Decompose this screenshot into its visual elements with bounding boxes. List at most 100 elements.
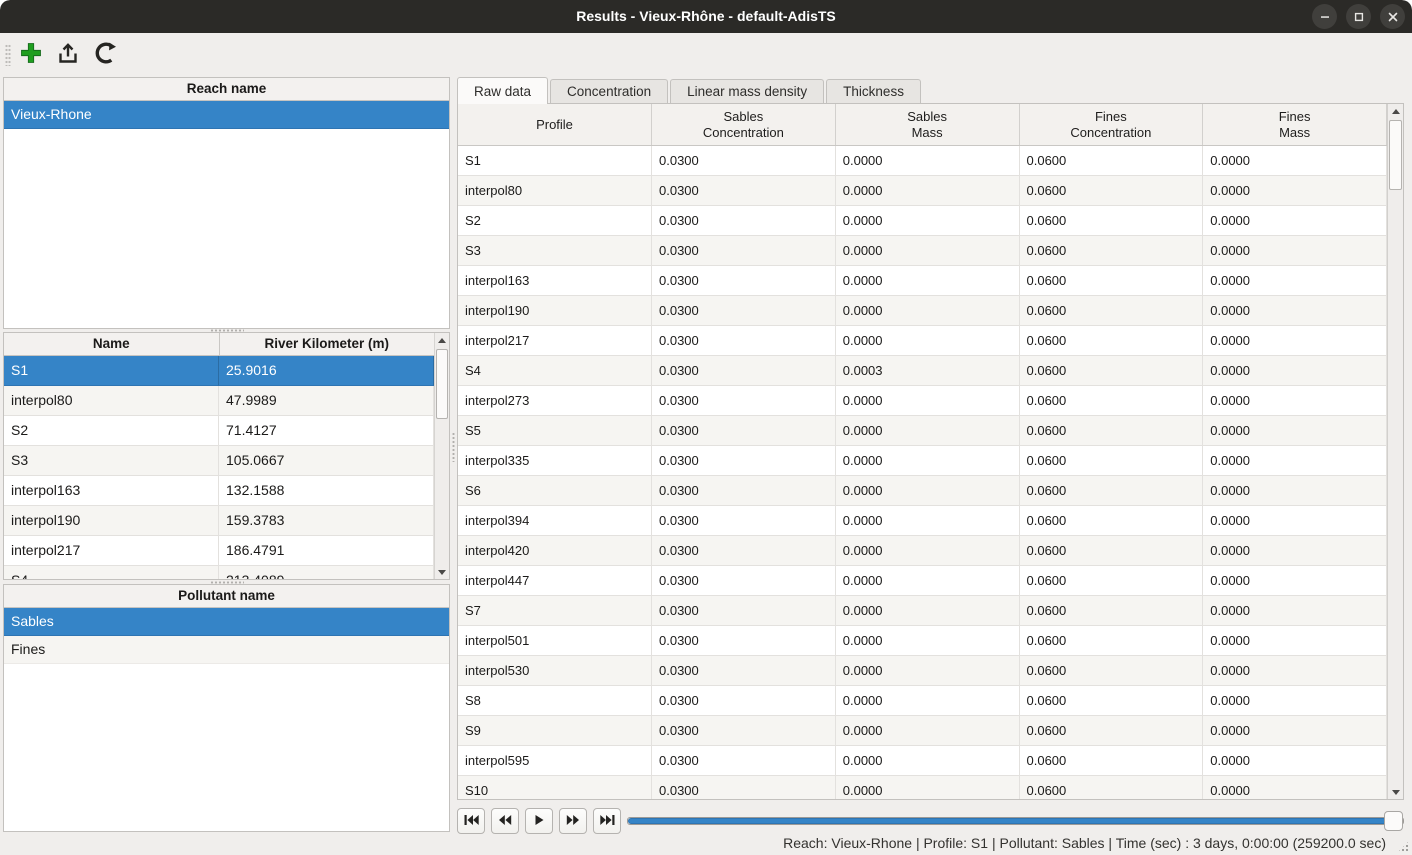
scroll-up-button[interactable] bbox=[435, 333, 449, 347]
add-button[interactable] bbox=[16, 38, 46, 70]
table-row[interactable]: S20.03000.00000.06000.0000 bbox=[458, 206, 1387, 236]
value-cell: 0.0000 bbox=[1203, 146, 1387, 176]
raw-data-scrollbar[interactable] bbox=[1387, 104, 1403, 799]
table-row[interactable]: interpol3940.03000.00000.06000.0000 bbox=[458, 506, 1387, 536]
table-row[interactable]: interpol2730.03000.00000.06000.0000 bbox=[458, 386, 1387, 416]
status-text: Reach: Vieux-Rhone | Profile: S1 | Pollu… bbox=[783, 832, 1386, 854]
river-kilometer-cell: 105.0667 bbox=[219, 446, 434, 476]
step-forward-button[interactable] bbox=[559, 808, 587, 834]
value-cell: 0.0000 bbox=[836, 476, 1020, 506]
minimize-icon bbox=[1319, 11, 1331, 23]
skip-to-start-button[interactable] bbox=[457, 808, 485, 834]
header-line: Concentration bbox=[703, 125, 784, 141]
export-button[interactable] bbox=[53, 38, 83, 70]
value-cell: 0.0003 bbox=[836, 356, 1020, 386]
table-row[interactable]: S30.03000.00000.06000.0000 bbox=[458, 236, 1387, 266]
minimize-button[interactable] bbox=[1312, 4, 1337, 29]
column-header-river-kilometer: River Kilometer (m) bbox=[220, 333, 435, 355]
scrollbar-thumb[interactable] bbox=[436, 349, 448, 419]
table-row[interactable]: S125.9016 bbox=[4, 356, 434, 386]
value-cell: 0.0000 bbox=[1203, 566, 1387, 596]
table-row[interactable]: interpol5950.03000.00000.06000.0000 bbox=[458, 746, 1387, 776]
tab-concentration[interactable]: Concentration bbox=[550, 79, 668, 103]
scroll-down-button[interactable] bbox=[435, 565, 449, 579]
value-cell: 0.0000 bbox=[1203, 536, 1387, 566]
column-header-sables-mass: SablesMass bbox=[836, 104, 1020, 145]
pollutant-list-item[interactable]: Fines bbox=[4, 636, 449, 664]
table-row[interactable]: S100.03000.00000.06000.0000 bbox=[458, 776, 1387, 799]
table-row[interactable]: interpol2170.03000.00000.06000.0000 bbox=[458, 326, 1387, 356]
maximize-button[interactable] bbox=[1346, 4, 1371, 29]
value-cell: 0.0000 bbox=[836, 206, 1020, 236]
table-row[interactable]: interpol5300.03000.00000.06000.0000 bbox=[458, 656, 1387, 686]
tab-thickness[interactable]: Thickness bbox=[826, 79, 921, 103]
river-kilometer-cell: 132.1588 bbox=[219, 476, 434, 506]
profiles-scrollbar[interactable] bbox=[434, 333, 449, 579]
column-header-name: Name bbox=[4, 333, 220, 355]
value-cell: 0.0000 bbox=[1203, 326, 1387, 356]
scrollbar-thumb[interactable] bbox=[1389, 120, 1402, 190]
table-row[interactable]: interpol5010.03000.00000.06000.0000 bbox=[458, 626, 1387, 656]
value-cell: 0.0000 bbox=[836, 296, 1020, 326]
profile-cell: interpol190 bbox=[458, 296, 652, 326]
value-cell: 0.0600 bbox=[1020, 296, 1204, 326]
resize-grip[interactable] bbox=[1397, 840, 1410, 853]
table-row[interactable]: interpol1630.03000.00000.06000.0000 bbox=[458, 266, 1387, 296]
table-row[interactable]: interpol8047.9989 bbox=[4, 386, 434, 416]
table-row[interactable]: interpol1900.03000.00000.06000.0000 bbox=[458, 296, 1387, 326]
value-cell: 0.0300 bbox=[652, 326, 836, 356]
value-cell: 0.0600 bbox=[1020, 356, 1204, 386]
scroll-down-button[interactable] bbox=[1388, 785, 1403, 799]
table-row[interactable]: S70.03000.00000.06000.0000 bbox=[458, 596, 1387, 626]
table-row[interactable]: S10.03000.00000.06000.0000 bbox=[458, 146, 1387, 176]
value-cell: 0.0000 bbox=[1203, 746, 1387, 776]
close-button[interactable] bbox=[1380, 4, 1405, 29]
step-backward-button[interactable] bbox=[491, 808, 519, 834]
value-cell: 0.0600 bbox=[1020, 476, 1204, 506]
value-cell: 0.0600 bbox=[1020, 686, 1204, 716]
table-row[interactable]: interpol4200.03000.00000.06000.0000 bbox=[458, 536, 1387, 566]
table-row[interactable]: interpol190159.3783 bbox=[4, 506, 434, 536]
table-row[interactable]: interpol3350.03000.00000.06000.0000 bbox=[458, 446, 1387, 476]
value-cell: 0.0600 bbox=[1020, 656, 1204, 686]
value-cell: 0.0000 bbox=[836, 626, 1020, 656]
scroll-up-button[interactable] bbox=[1388, 104, 1403, 118]
table-row[interactable]: S80.03000.00000.06000.0000 bbox=[458, 686, 1387, 716]
tab-linear-mass-density[interactable]: Linear mass density bbox=[670, 79, 824, 103]
table-row[interactable]: S50.03000.00000.06000.0000 bbox=[458, 416, 1387, 446]
app-window: Results - Vieux-Rhône - default-AdisTS R… bbox=[0, 0, 1412, 855]
table-row[interactable]: S90.03000.00000.06000.0000 bbox=[458, 716, 1387, 746]
tab-raw-data[interactable]: Raw data bbox=[457, 77, 548, 104]
profile-cell: S8 bbox=[458, 686, 652, 716]
reload-button[interactable] bbox=[90, 38, 120, 70]
table-row[interactable]: S4213.4089 bbox=[4, 566, 434, 579]
profile-name-cell: interpol163 bbox=[4, 476, 219, 506]
table-row[interactable]: S3105.0667 bbox=[4, 446, 434, 476]
skip-to-end-button[interactable] bbox=[593, 808, 621, 834]
table-row[interactable]: interpol4470.03000.00000.06000.0000 bbox=[458, 566, 1387, 596]
value-cell: 0.0600 bbox=[1020, 776, 1204, 799]
value-cell: 0.0000 bbox=[1203, 236, 1387, 266]
value-cell: 0.0600 bbox=[1020, 176, 1204, 206]
value-cell: 0.0300 bbox=[652, 296, 836, 326]
pollutant-list-item[interactable]: Sables bbox=[4, 608, 449, 636]
table-row[interactable]: S271.4127 bbox=[4, 416, 434, 446]
time-slider-handle[interactable] bbox=[1384, 811, 1403, 831]
table-row[interactable]: interpol800.03000.00000.06000.0000 bbox=[458, 176, 1387, 206]
value-cell: 0.0600 bbox=[1020, 206, 1204, 236]
reach-list-item[interactable]: Vieux-Rhone bbox=[4, 101, 449, 129]
river-kilometer-cell: 186.4791 bbox=[219, 536, 434, 566]
toolbar-drag-handle[interactable] bbox=[5, 44, 11, 66]
table-row[interactable]: interpol217186.4791 bbox=[4, 536, 434, 566]
table-row[interactable]: S40.03000.00030.06000.0000 bbox=[458, 356, 1387, 386]
value-cell: 0.0000 bbox=[836, 686, 1020, 716]
time-slider[interactable] bbox=[627, 817, 1404, 825]
reach-list: Vieux-Rhone bbox=[4, 101, 449, 129]
value-cell: 0.0000 bbox=[1203, 446, 1387, 476]
profile-name-cell: S3 bbox=[4, 446, 219, 476]
vertical-splitter[interactable] bbox=[450, 77, 457, 832]
table-row[interactable]: interpol163132.1588 bbox=[4, 476, 434, 506]
play-button[interactable] bbox=[525, 808, 553, 834]
table-row[interactable]: S60.03000.00000.06000.0000 bbox=[458, 476, 1387, 506]
pollutant-list-header: Pollutant name bbox=[4, 585, 449, 608]
